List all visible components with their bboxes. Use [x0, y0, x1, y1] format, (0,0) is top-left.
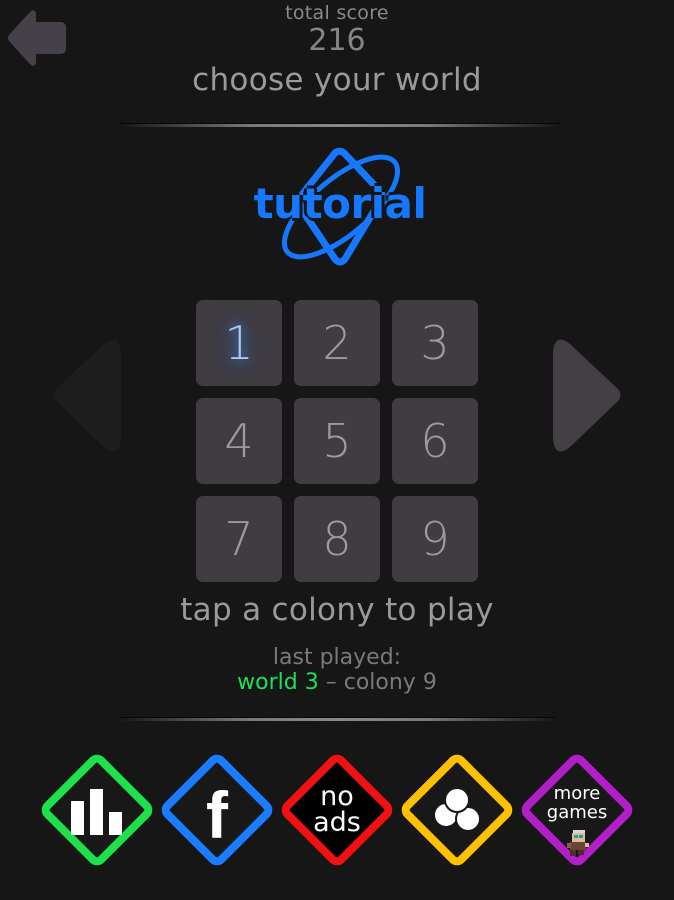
total-score-value: 216	[308, 23, 366, 58]
last-played-separator: –	[318, 670, 344, 695]
more-games-button[interactable]: more games	[517, 750, 637, 870]
world-name: tutorial	[253, 179, 427, 228]
last-played-value[interactable]: world 3 – colony 9	[0, 670, 674, 695]
no-ads-label: no ads	[313, 783, 361, 838]
three-circles-icon	[433, 787, 481, 832]
facebook-icon: f	[206, 778, 228, 852]
facebook-button[interactable]: f	[157, 750, 277, 870]
colony-tile-9[interactable]: 9	[392, 496, 478, 582]
colony-tile-8[interactable]: 8	[294, 496, 380, 582]
colony-number: 6	[420, 414, 450, 468]
pixel-character-icon	[567, 830, 589, 856]
last-played-label: last played:	[272, 645, 402, 670]
chevron-right-icon	[553, 339, 621, 452]
colony-number: 7	[224, 512, 254, 566]
more-games-line1: more	[553, 783, 601, 804]
colony-tile-4[interactable]: 4	[196, 398, 282, 484]
colors-button[interactable]	[397, 750, 517, 870]
colony-number: 4	[224, 414, 254, 468]
colony-tile-3[interactable]: 3	[392, 300, 478, 386]
colony-number: 5	[322, 414, 352, 468]
previous-world-button[interactable]	[52, 338, 124, 453]
leaderboard-button[interactable]	[37, 750, 157, 870]
colony-tile-5[interactable]: 5	[294, 398, 380, 484]
more-games-label: more games	[547, 784, 607, 822]
colony-number: 8	[322, 512, 352, 566]
tap-hint-text: tap a colony to play	[180, 592, 494, 628]
colony-number: 9	[420, 512, 450, 566]
world-select-screen: total score 216 choose your world tutori…	[0, 0, 674, 900]
last-played-world: world 3	[237, 670, 319, 695]
colony-tile-7[interactable]: 7	[196, 496, 282, 582]
no-ads-line2: ads	[313, 807, 361, 838]
colony-tile-1[interactable]: 1	[196, 300, 282, 386]
divider-bottom	[118, 718, 556, 721]
colony-number: 1	[224, 316, 254, 370]
no-ads-button[interactable]: no ads	[277, 750, 397, 870]
divider-top	[120, 124, 560, 127]
bar-chart-icon	[71, 789, 122, 835]
total-score-label: total score	[285, 2, 389, 24]
page-title: choose your world	[192, 62, 482, 98]
chevron-left-icon	[53, 339, 121, 452]
colony-number: 2	[322, 316, 352, 370]
colony-tile-2[interactable]: 2	[294, 300, 380, 386]
colony-grid: 1 2 3 4 5 6 7 8 9	[196, 300, 478, 582]
more-games-line2: games	[546, 802, 608, 823]
last-played-colony: colony 9	[343, 670, 437, 695]
colony-number: 3	[420, 316, 450, 370]
colony-tile-6[interactable]: 6	[392, 398, 478, 484]
next-world-button[interactable]	[552, 338, 624, 453]
world-logo[interactable]: tutorial	[245, 145, 435, 270]
